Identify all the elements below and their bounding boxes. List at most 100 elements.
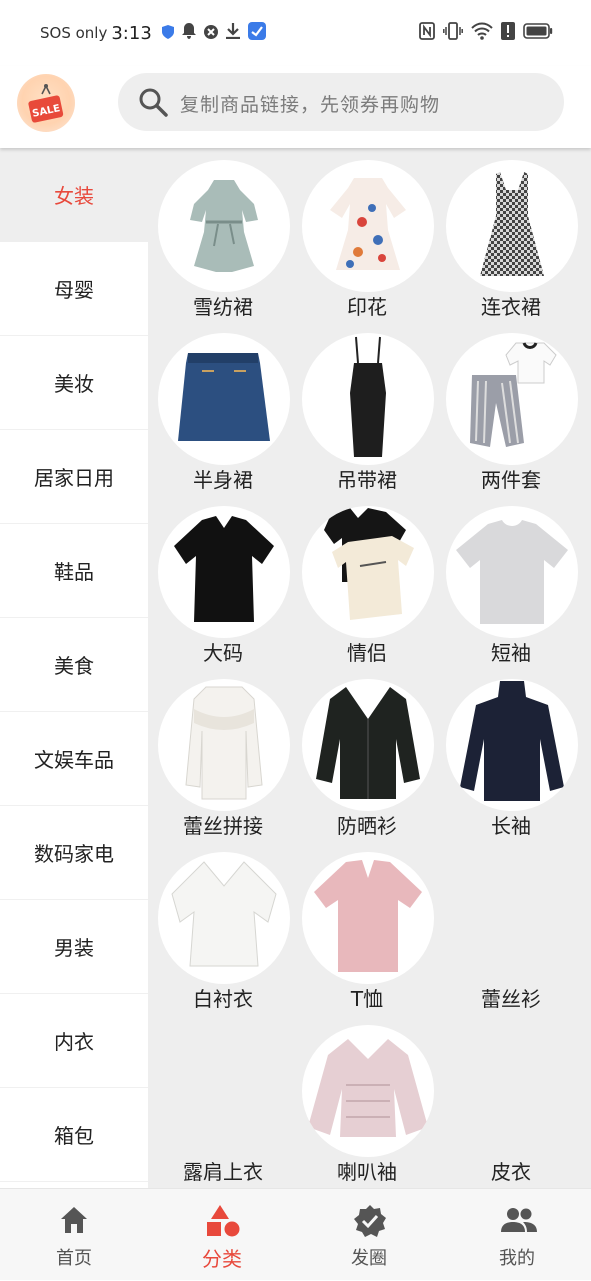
block-icon (203, 24, 218, 43)
category-icon (206, 1204, 240, 1242)
category-item[interactable]: 防晒衫 (292, 667, 436, 839)
short-sleeve-tee-image (446, 506, 578, 638)
flare-sleeve-sweater-image (302, 1025, 434, 1157)
category-label: 长袖 (491, 814, 531, 838)
category-item[interactable]: 连衣裙 (436, 148, 580, 320)
plus-size-tee-image (158, 506, 290, 638)
bell-icon (181, 23, 196, 43)
header: SALE 复制商品链接，先领券再购物 (0, 66, 591, 148)
long-sleeve-sweater-image (446, 679, 578, 811)
nfc-icon (419, 22, 435, 44)
sidebar-item-label: 美妆 (54, 372, 94, 396)
clock: 3:13 (111, 22, 152, 44)
category-item[interactable]: 蕾丝拼接 (148, 667, 292, 839)
white-shirt-image (158, 852, 290, 984)
download-icon (225, 23, 240, 43)
badge-check-icon (353, 1204, 387, 1242)
category-label: 蕾丝衫 (481, 987, 541, 1011)
vibrate-icon (443, 22, 463, 44)
sidebar-item-home[interactable]: 居家日用 (0, 430, 148, 524)
people-icon (501, 1204, 537, 1240)
category-label: 情侣 (347, 641, 387, 665)
print-dress-image (302, 160, 434, 292)
category-item[interactable]: 皮衣 (436, 1013, 580, 1185)
nav-category[interactable]: 分类 (148, 1189, 296, 1281)
category-label: 喇叭袖 (337, 1160, 397, 1184)
sale-logo[interactable]: SALE (17, 74, 75, 132)
sidebar-item-label: 数码家电 (34, 842, 114, 866)
nav-label: 发圈 (351, 1248, 387, 1269)
sidebar-item-label: 美食 (54, 654, 94, 678)
sidebar-item-label: 内衣 (54, 1030, 94, 1054)
category-label: 露肩上衣 (183, 1160, 263, 1184)
nav-label: 分类 (202, 1247, 242, 1271)
category-item[interactable]: 半身裙 (148, 321, 292, 493)
category-label: 蕾丝拼接 (183, 814, 263, 838)
home-icon (58, 1204, 90, 1240)
sidebar-item-label: 鞋品 (54, 560, 94, 584)
search-bar[interactable]: 复制商品链接，先领券再购物 (118, 73, 564, 131)
sidebar-item-shoes[interactable]: 鞋品 (0, 524, 148, 618)
category-item[interactable]: 雪纺裙 (148, 148, 292, 320)
sidebar-item-baby[interactable]: 母婴 (0, 242, 148, 336)
sidebar-item-label: 文娱车品 (34, 748, 114, 772)
category-label: 白衬衣 (193, 987, 253, 1011)
category-label: 连衣裙 (481, 295, 541, 319)
search-icon (138, 87, 168, 121)
chiffon-dress-image (158, 160, 290, 292)
category-label: 半身裙 (193, 468, 253, 492)
category-label: 短袖 (491, 641, 531, 665)
sidebar-item-label: 母婴 (54, 278, 94, 302)
sidebar-item-underwear[interactable]: 内衣 (0, 994, 148, 1088)
category-item[interactable]: 情侣 (292, 494, 436, 666)
category-label: 防晒衫 (337, 814, 397, 838)
category-sidebar: 女装 母婴 美妆 居家日用 鞋品 美食 文娱车品 数码家电 男装 内衣 箱包 (0, 148, 148, 1188)
sidebar-item-entertainment[interactable]: 文娱车品 (0, 712, 148, 806)
pink-tee-image (302, 852, 434, 984)
category-label: 大码 (203, 641, 243, 665)
nav-home[interactable]: 首页 (0, 1189, 148, 1281)
category-item[interactable]: 短袖 (436, 494, 580, 666)
skirt-image (158, 333, 290, 465)
category-label: 雪纺裙 (193, 295, 253, 319)
category-item[interactable]: 喇叭袖 (292, 1013, 436, 1185)
category-item[interactable]: 两件套 (436, 321, 580, 493)
carrier-text: SOS only (40, 24, 108, 42)
category-item[interactable]: 长袖 (436, 667, 580, 839)
sidebar-item-women[interactable]: 女装 (0, 148, 148, 242)
nav-moments[interactable]: 发圈 (295, 1189, 443, 1281)
app-notification-icon (247, 22, 266, 44)
nav-profile[interactable]: 我的 (443, 1189, 591, 1281)
category-label: T恤 (350, 987, 384, 1011)
couple-tees-image (302, 506, 434, 638)
sidebar-item-label: 女装 (54, 184, 94, 208)
category-label: 两件套 (481, 468, 541, 492)
battery-icon (523, 23, 553, 43)
category-label: 吊带裙 (337, 468, 397, 492)
sidebar-item-food[interactable]: 美食 (0, 618, 148, 712)
category-item[interactable]: 吊带裙 (292, 321, 436, 493)
sidebar-item-label: 男装 (54, 936, 94, 960)
category-item[interactable]: 蕾丝衫 (436, 840, 580, 1012)
subcategory-grid: 雪纺裙 印花 连衣裙 半身裙 吊带裙 两件套 大码 情侣 短袖 蕾丝拼接 防晒衫… (148, 148, 591, 1188)
sidebar-item-men[interactable]: 男装 (0, 900, 148, 994)
wifi-icon (471, 22, 493, 44)
nav-label: 我的 (499, 1248, 535, 1269)
sidebar-item-bags[interactable]: 箱包 (0, 1088, 148, 1182)
category-item[interactable]: 大码 (148, 494, 292, 666)
search-placeholder: 复制商品链接，先领券再购物 (180, 94, 441, 116)
category-item[interactable]: 印花 (292, 148, 436, 320)
plaid-dress-image (446, 160, 578, 292)
sidebar-item-beauty[interactable]: 美妆 (0, 336, 148, 430)
sidebar-item-digital[interactable]: 数码家电 (0, 806, 148, 900)
category-label: 印花 (347, 295, 387, 319)
alert-icon (501, 22, 515, 44)
category-label: 皮衣 (491, 1160, 531, 1184)
lace-blouse-image (158, 679, 290, 811)
category-item[interactable]: 露肩上衣 (148, 1013, 292, 1185)
sun-protection-cardigan-image (302, 679, 434, 811)
category-item[interactable]: 白衬衣 (148, 840, 292, 1012)
category-item[interactable]: T恤 (292, 840, 436, 1012)
nav-label: 首页 (56, 1248, 92, 1269)
status-bar: SOS only 3:13 (0, 0, 591, 66)
